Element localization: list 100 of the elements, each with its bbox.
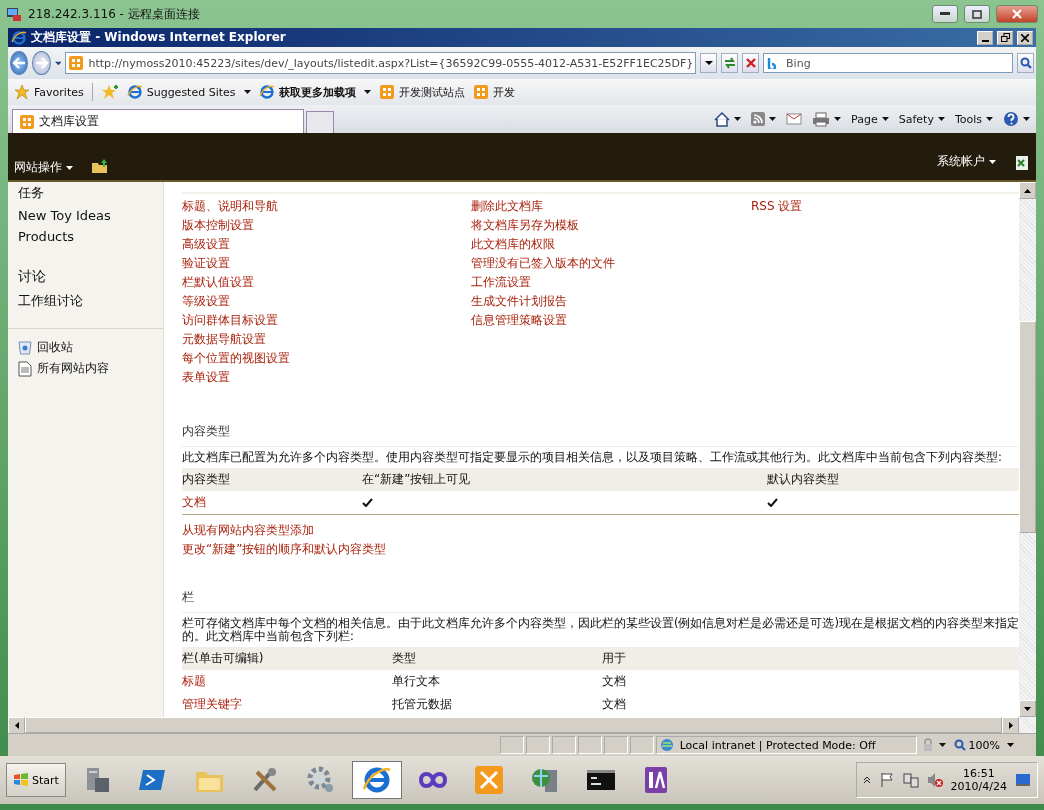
table-cell-text: 文档 (602, 696, 627, 713)
sheet-icon[interactable] (1014, 154, 1030, 171)
zoom-button[interactable]: 100% (949, 738, 1032, 752)
back-button[interactable] (10, 51, 29, 75)
search-button[interactable] (1017, 53, 1034, 73)
sidebar-item[interactable]: New Toy Ideas (18, 206, 153, 227)
feeds-button[interactable] (749, 112, 779, 126)
column-header: 用于 (602, 647, 1019, 670)
search-field[interactable]: Bing (763, 53, 1014, 73)
column-link[interactable]: 管理关键字 (182, 693, 392, 716)
scroll-up-button[interactable] (1019, 182, 1036, 199)
muted-speaker-icon[interactable] (926, 772, 943, 788)
stop-button[interactable] (742, 53, 760, 73)
caret-icon (66, 165, 73, 170)
caret-icon (734, 117, 742, 121)
e-logo-icon (258, 84, 275, 100)
restore-button[interactable] (997, 30, 1013, 45)
home-button[interactable] (712, 111, 744, 127)
mail-button[interactable] (784, 113, 805, 125)
print-button[interactable] (810, 111, 844, 127)
settings-link[interactable]: 高级设置 (182, 235, 471, 254)
minimize-button[interactable] (932, 5, 958, 23)
sidebar-item[interactable]: 工作组讨论 (18, 290, 153, 314)
action-link[interactable]: 更改“新建”按钮的顺序和默认内容类型 (182, 540, 1019, 559)
menu-button[interactable]: Page (849, 112, 891, 126)
settings-link[interactable]: 删除此文档库 (471, 197, 751, 216)
section-heading: 栏 (182, 583, 1019, 613)
clock-date[interactable]: 2010/4/24 (950, 780, 1007, 793)
settings-link[interactable]: 访问群体目标设置 (182, 311, 471, 330)
sidebar-link[interactable]: 回收站 (37, 339, 73, 356)
refresh-icon (722, 57, 737, 69)
new-tab-button[interactable] (306, 111, 334, 133)
settings-link[interactable]: RSS 设置 (751, 197, 1019, 216)
browser-tab[interactable]: 文档库设置 (12, 109, 304, 133)
content-type-link[interactable]: 文档 (182, 491, 362, 515)
console-icon (586, 770, 615, 790)
settings-link[interactable]: 表单设置 (182, 368, 471, 387)
caret-icon (1007, 743, 1014, 747)
close-icon (1021, 33, 1029, 42)
server-icon (86, 768, 109, 792)
settings-link[interactable]: 标题、说明和导航 (182, 197, 471, 216)
user-menu[interactable]: 系统帐户 (937, 153, 996, 172)
settings-link[interactable]: 工作流设置 (471, 273, 751, 292)
settings-link[interactable]: 信息管理策略设置 (471, 311, 751, 330)
sidebar-heading[interactable]: 讨论 (18, 266, 153, 290)
show-desktop-icon[interactable] (1015, 773, 1031, 787)
settings-link[interactable]: 将文档库另存为模板 (471, 216, 751, 235)
settings-link[interactable]: 每个位置的视图设置 (182, 349, 471, 368)
action-link[interactable]: 从现有网站内容类型添加 (182, 521, 1019, 540)
clock-time[interactable]: 16:51 (962, 767, 995, 780)
settings-link[interactable]: 版本控制设置 (182, 216, 471, 235)
favorites-button[interactable]: Favorites (14, 84, 84, 100)
e-logo-icon (126, 84, 143, 100)
recycle-bin-icon (18, 340, 32, 355)
restore-icon (1000, 33, 1010, 42)
settings-link[interactable]: 栏默认值设置 (182, 273, 471, 292)
menu-button[interactable]: Tools (952, 112, 995, 126)
site-actions-menu[interactable]: 网站操作 (14, 159, 73, 178)
forward-button[interactable] (32, 51, 51, 75)
settings-link[interactable]: 此文档库的权限 (471, 235, 751, 254)
notebook-icon (644, 767, 667, 793)
favorite-link[interactable]: Suggested Sites (126, 84, 251, 100)
maximize-icon (972, 9, 982, 19)
start-button[interactable]: Start (6, 763, 66, 797)
favorite-link[interactable]: 获取更多加载项 (258, 84, 371, 100)
gear-icon (307, 766, 333, 792)
address-field[interactable]: http://nymoss2010:45223/sites/dev/_layouts/listedit.aspx?List={36592C99-0555-4012-A531-E52FF1EC25DF} (65, 52, 697, 74)
favorite-link[interactable]: 开发 (472, 84, 515, 100)
status-pane (577, 736, 602, 754)
flag-icon[interactable] (878, 772, 895, 788)
sidebar-link[interactable]: 所有网站内容 (37, 360, 109, 377)
up-arrow-icon (1024, 188, 1031, 193)
chevron-icon[interactable] (862, 776, 871, 784)
settings-link[interactable]: 元数据导航设置 (182, 330, 471, 349)
dropdown-button[interactable] (700, 53, 718, 73)
help-button[interactable] (1001, 111, 1032, 127)
settings-link[interactable]: 验证设置 (182, 254, 471, 273)
dropdown-icon[interactable] (54, 60, 62, 66)
search-icon (1019, 57, 1032, 69)
settings-link[interactable]: 等级设置 (182, 292, 471, 311)
scroll-down-button[interactable] (1019, 700, 1036, 717)
sidebar-item[interactable]: 任务 (18, 182, 153, 206)
network-icon[interactable] (902, 772, 919, 788)
printer-icon (812, 111, 831, 127)
table-cell: 托管元数据 (392, 693, 602, 716)
column-link[interactable]: 标题 (182, 670, 392, 693)
magnifier-icon (953, 739, 966, 751)
folder-up-icon[interactable] (91, 158, 109, 174)
add-favorite-icon[interactable] (100, 84, 119, 100)
menu-button[interactable]: Safety (896, 112, 947, 126)
settings-link[interactable]: 生成文件计划报告 (471, 292, 751, 311)
favorite-link[interactable]: 开发测试站点 (378, 84, 465, 100)
close-icon (1012, 9, 1022, 19)
star-icon (14, 84, 30, 100)
left-arrow-icon (14, 722, 19, 729)
document-icon (18, 360, 32, 377)
refresh-button[interactable] (721, 53, 739, 73)
settings-link[interactable]: 管理没有已签入版本的文件 (471, 254, 751, 273)
maximize-button[interactable] (964, 5, 990, 23)
sidebar-item[interactable]: Products (18, 227, 153, 248)
